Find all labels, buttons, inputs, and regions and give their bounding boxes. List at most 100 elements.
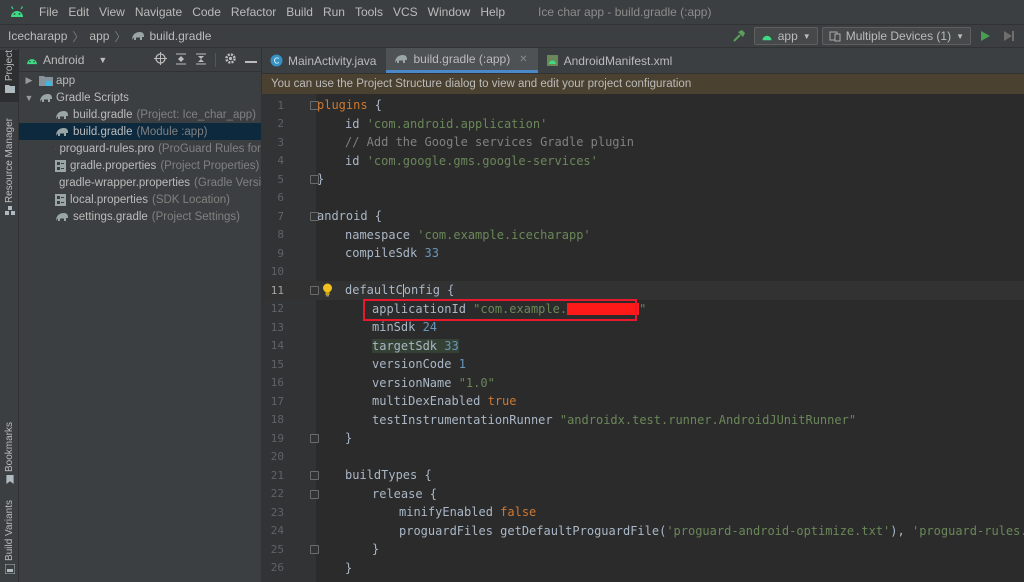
hammer-build-icon[interactable] [728, 29, 750, 43]
line-number: 9 [277, 246, 284, 260]
code-line: 15 versionCode 1 [262, 355, 1024, 374]
line-number: 14 [270, 339, 284, 353]
code-token: plugins [317, 98, 368, 113]
tool-tab-bookmarks[interactable]: Bookmarks [0, 422, 19, 484]
collapse-all-icon[interactable] [195, 53, 207, 68]
tab-main-activity[interactable]: C MainActivity.java [262, 48, 386, 73]
tree-item-gradle-scripts[interactable]: ▼ Gradle Scripts [19, 89, 261, 106]
tool-tab-project[interactable]: Project [0, 50, 19, 102]
chevron-down-icon[interactable]: ▼ [23, 93, 35, 103]
close-icon[interactable]: ✕ [519, 54, 527, 65]
code-token: testInstrumentationRunner [372, 412, 560, 427]
gradle-elephant-icon [132, 32, 145, 40]
apply-changes-icon[interactable] [1000, 30, 1018, 42]
code-editor[interactable]: 1 plugins { 2 id 'com.android.applicatio… [262, 94, 1024, 582]
line-number: 24 [270, 524, 284, 538]
code-line: 5 } [262, 170, 1024, 189]
fold-marker-icon[interactable] [310, 434, 319, 443]
tree-item-build-gradle-module[interactable]: build.gradle (Module :app) [19, 123, 261, 140]
fold-marker-icon[interactable] [310, 489, 319, 499]
code-token: id [345, 153, 367, 168]
tree-item-label: build.gradle [73, 108, 133, 121]
code-token: 'proguard-android-optimize.txt' [666, 523, 891, 538]
tree-item-app[interactable]: ▶ app [19, 72, 261, 89]
code-token: ), [890, 523, 912, 538]
menu-build[interactable]: Build [281, 0, 318, 24]
tree-item-local-properties[interactable]: local.properties (SDK Location) [19, 191, 261, 208]
tab-android-manifest[interactable]: AndroidManifest.xml [538, 48, 683, 73]
fold-marker-icon[interactable] [310, 545, 319, 554]
menu-refactor[interactable]: Refactor [226, 0, 281, 24]
code-text: plugins { [317, 98, 382, 112]
menu-navigate[interactable]: Navigate [130, 0, 187, 24]
breadcrumb-separator-icon: 〉 [114, 29, 127, 44]
breadcrumb-file[interactable]: build.gradle [131, 29, 211, 43]
code-line: 23 minifyEnabled false [262, 503, 1024, 522]
code-token: 'com.google.gms.google-services' [366, 153, 598, 168]
tree-item-gradle-wrapper-properties[interactable]: gradle-wrapper.properties (Gradle Versi [19, 174, 261, 191]
device-select[interactable]: Multiple Devices (1) ▼ [821, 27, 971, 45]
code-token: 24 [422, 320, 438, 335]
lightbulb-intention-icon[interactable] [322, 283, 333, 300]
run-config-select[interactable]: app ▼ [753, 27, 818, 45]
tool-tab-build-variants[interactable]: Build Variants [0, 500, 19, 580]
android-studio-logo-icon [0, 6, 34, 18]
properties-file-icon [55, 193, 66, 206]
gradle-elephant-icon [56, 110, 68, 119]
code-line: 22 release { [262, 485, 1024, 504]
menu-edit[interactable]: Edit [63, 0, 94, 24]
run-toolbar: app ▼ Multiple Devices (1) ▼ [728, 25, 1024, 47]
menu-view[interactable]: View [94, 0, 130, 24]
code-token: 'com.android.application' [366, 116, 548, 131]
code-line: 20 [262, 448, 1024, 467]
line-number: 19 [270, 431, 284, 445]
line-number: 16 [270, 376, 284, 390]
menu-tools[interactable]: Tools [350, 0, 388, 24]
fold-marker-icon[interactable] [310, 286, 319, 295]
tool-tab-resource-manager[interactable]: Resource Manager [0, 118, 19, 218]
project-view-select[interactable]: Android [43, 53, 84, 67]
code-line: 14 targetSdk 33 [262, 337, 1024, 356]
tree-item-proguard-rules[interactable]: proguard-rules.pro (ProGuard Rules for [19, 140, 261, 157]
breadcrumb-project[interactable]: Icecharapp [8, 29, 67, 43]
code-token: id [345, 116, 367, 131]
menu-file[interactable]: File [34, 0, 63, 24]
run-play-icon[interactable] [975, 30, 996, 42]
menu-code[interactable]: Code [187, 0, 226, 24]
tab-build-gradle-app[interactable]: build.gradle (:app) ✕ [386, 48, 538, 73]
code-line: 26 } [262, 559, 1024, 578]
tree-item-hint: (ProGuard Rules for [158, 142, 261, 155]
line-number: 12 [270, 302, 284, 316]
code-line: 1 plugins { [262, 96, 1024, 115]
tree-item-label: gradle-wrapper.properties [59, 176, 191, 189]
menu-window[interactable]: Window [423, 0, 476, 24]
code-line: 10 [262, 263, 1024, 282]
tab-label: AndroidManifest.xml [563, 53, 673, 68]
code-token: 33 [424, 246, 439, 261]
expand-all-icon[interactable] [175, 53, 187, 68]
code-text: proguardFiles getDefaultProguardFile('pr… [399, 524, 1024, 538]
breadcrumb-separator-icon: 〉 [72, 29, 85, 44]
code-token: "1.0" [458, 375, 495, 390]
tree-item-gradle-properties[interactable]: gradle.properties (Project Properties) [19, 157, 261, 174]
menu-vcs[interactable]: VCS [388, 0, 423, 24]
code-line: 24 proguardFiles getDefaultProguardFile(… [262, 522, 1024, 541]
code-token: multiDexEnabled [372, 394, 488, 409]
tree-item-hint: (SDK Location) [151, 193, 230, 206]
gear-icon[interactable] [224, 52, 237, 68]
chevron-right-icon[interactable]: ▶ [23, 75, 35, 86]
locate-target-icon[interactable] [154, 52, 167, 68]
code-comment: // Add the Google services Gradle plugin [345, 135, 634, 150]
properties-file-icon [55, 159, 66, 172]
tree-item-settings-gradle[interactable]: settings.gradle (Project Settings) [19, 208, 261, 225]
menu-run[interactable]: Run [318, 0, 350, 24]
menu-help[interactable]: Help [475, 0, 510, 24]
tree-item-build-gradle-project[interactable]: build.gradle (Project: Ice_char_app) [19, 106, 261, 123]
chevron-down-icon[interactable]: ▼ [98, 55, 107, 65]
build-variants-icon [4, 563, 15, 574]
breadcrumb-module[interactable]: app [89, 29, 109, 43]
android-icon [27, 58, 37, 64]
fold-marker-icon[interactable] [310, 471, 319, 480]
code-token: true [487, 394, 517, 409]
hide-panel-icon[interactable] [245, 53, 257, 67]
